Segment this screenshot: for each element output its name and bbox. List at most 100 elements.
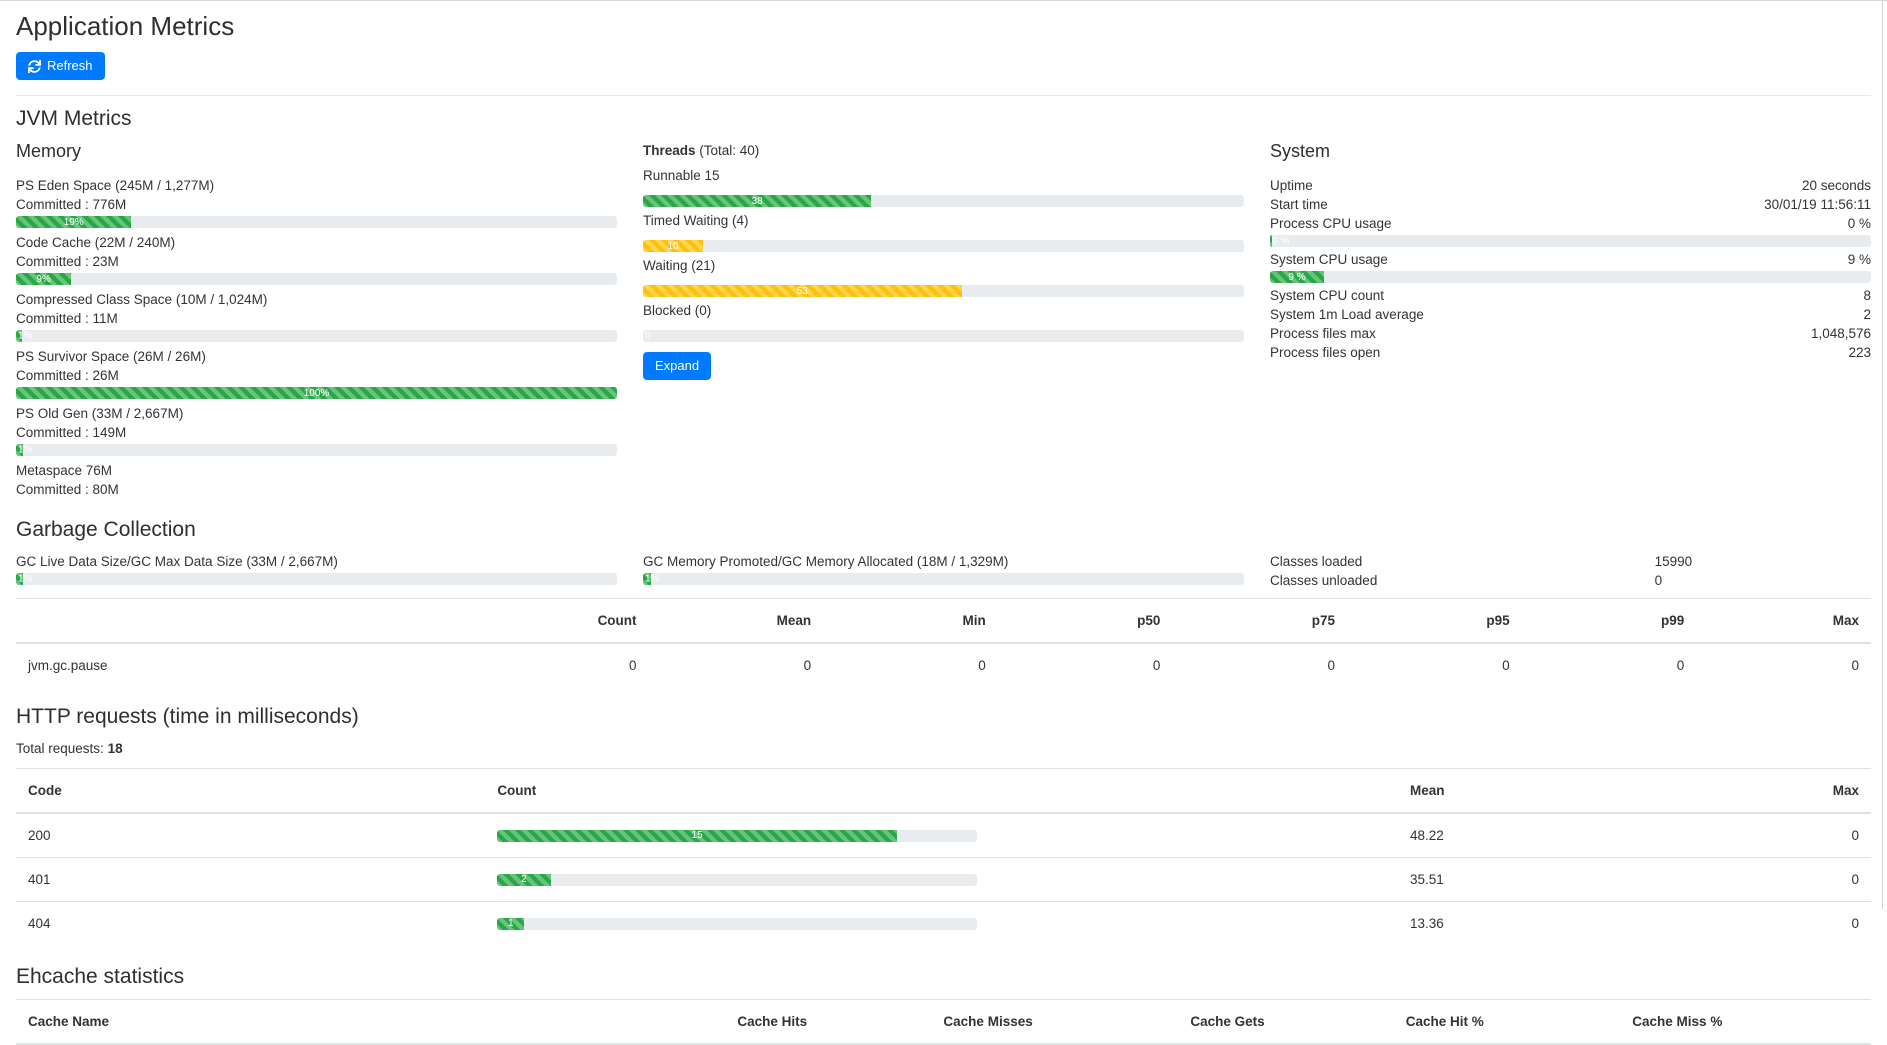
memory-pool-label: Metaspace 76M <box>16 461 617 480</box>
thread-progressbar: 0 <box>643 330 1244 342</box>
system-row-value: 0 % <box>1848 214 1871 233</box>
scrollbar[interactable] <box>1882 1 1883 909</box>
system-row-label: System 1m Load average <box>1270 305 1424 324</box>
gc-col-count: Count <box>517 599 649 644</box>
memory-pool-progressbar: 1% <box>16 330 617 342</box>
thread-state-label: Runnable 15 <box>643 166 1244 185</box>
memory-pool-label: PS Survivor Space (26M / 26M) <box>16 347 617 366</box>
system-row-label: System CPU count <box>1270 286 1384 305</box>
http-max: 0 <box>1667 858 1871 902</box>
memory-pool-label: PS Old Gen (33M / 2,667M) <box>16 404 617 423</box>
gc-meter-label: GC Live Data Size/GC Max Data Size (33M … <box>16 552 617 571</box>
ehcache-col-cache-misses: Cache Misses <box>931 1000 1178 1045</box>
system-row-label: System CPU usage <box>1270 250 1388 269</box>
refresh-icon <box>28 60 41 73</box>
gc-live-data: GC Live Data Size/GC Max Data Size (33M … <box>16 552 617 590</box>
ehcache-col-cache-name: Cache Name <box>16 1000 725 1045</box>
memory-pool-committed: Committed : 11M <box>16 309 617 328</box>
system-row-label: Process files open <box>1270 343 1380 362</box>
gc-progressbar: 1% <box>643 573 1244 585</box>
system-row-system-cpu: System CPU usage 9 % <box>1270 250 1871 269</box>
http-row-401: 401 2 35.51 0 <box>16 858 1871 902</box>
system-row-uptime: Uptime 20 seconds <box>1270 176 1871 195</box>
gc-col-p75: p75 <box>1172 599 1347 644</box>
gc-p75: 0 <box>1172 643 1347 687</box>
progress-label: 1% <box>645 574 659 585</box>
gc-section: Garbage Collection GC Live Data Size/GC … <box>16 518 1871 687</box>
http-col-count: Count <box>485 769 1398 814</box>
gc-max: 0 <box>1696 643 1871 687</box>
progress-label: 100% <box>304 388 330 399</box>
gc-col-p95: p95 <box>1347 599 1522 644</box>
gc-p95: 0 <box>1347 643 1522 687</box>
http-mean: 13.36 <box>1398 902 1667 946</box>
thread-progressbar: 53 <box>643 285 1244 297</box>
total-requests: Total requests: 18 <box>16 739 1871 758</box>
memory-pool-label: Code Cache (22M / 240M) <box>16 233 617 252</box>
classes-loaded-row: Classes loaded 15990 <box>1270 552 1871 571</box>
memory-pool-progressbar: 100% <box>16 387 617 399</box>
progress-label: 2 <box>521 870 527 889</box>
system-row-value: 30/01/19 11:56:11 <box>1764 195 1871 214</box>
http-row-200: 200 15 48.22 0 <box>16 813 1871 858</box>
ehcache-col-cache-hit-pct: Cache Hit % <box>1394 1000 1621 1045</box>
expand-button[interactable]: Expand <box>643 352 711 380</box>
gc-progressbar: 1% <box>16 573 617 585</box>
http-section: HTTP requests (time in milliseconds) Tot… <box>16 705 1871 945</box>
http-mean: 48.22 <box>1398 813 1667 858</box>
progress-label: 19% <box>64 217 84 228</box>
progress-label: 1% <box>18 445 32 456</box>
refresh-button[interactable]: Refresh <box>16 52 105 80</box>
thread-state-runnable: Runnable 15 38 <box>643 166 1244 207</box>
progress-label: 0 <box>645 331 651 342</box>
thread-state-waiting: Waiting (21) 53 <box>643 256 1244 297</box>
threads-title: Threads (Total: 40) <box>643 141 1244 160</box>
system-row-cpu-count: System CPU count 8 <box>1270 286 1871 305</box>
system-row-value: 9 % <box>1848 250 1871 269</box>
http-code: 401 <box>16 858 485 902</box>
system-row-files-max: Process files max 1,048,576 <box>1270 324 1871 343</box>
gc-classes: Classes loaded 15990 Classes unloaded 0 <box>1270 552 1871 590</box>
http-max: 0 <box>1667 813 1871 858</box>
thread-progressbar: 38 <box>643 195 1244 207</box>
ehcache-col-cache-gets: Cache Gets <box>1178 1000 1393 1045</box>
memory-pool-survivor: PS Survivor Space (26M / 26M) Committed … <box>16 347 617 399</box>
http-code: 200 <box>16 813 485 858</box>
memory-pool-progressbar: 19% <box>16 216 617 228</box>
gc-mean: 0 <box>649 643 824 687</box>
gc-col-min: Min <box>823 599 998 644</box>
expand-button-label: Expand <box>655 358 699 374</box>
gc-table: Count Mean Min p50 p75 p95 p99 Max jvm.g… <box>16 598 1871 687</box>
progress-label: 1 <box>508 914 514 933</box>
progress-label: 38 <box>752 196 763 207</box>
gc-memory-promoted: GC Memory Promoted/GC Memory Allocated (… <box>643 552 1244 590</box>
gc-col-p50: p50 <box>998 599 1173 644</box>
progress-label: 15 <box>692 826 703 845</box>
system-row-value: 2 <box>1863 305 1871 324</box>
gc-table-row: jvm.gc.pause 0 0 0 0 0 0 0 0 <box>16 643 1871 687</box>
jvm-metrics-row: Memory PS Eden Space (245M / 1,277M) Com… <box>16 141 1871 504</box>
http-row-404: 404 1 13.36 0 <box>16 902 1871 946</box>
memory-column: Memory PS Eden Space (245M / 1,277M) Com… <box>16 141 617 504</box>
memory-pool-committed: Committed : 776M <box>16 195 617 214</box>
gc-meters-row: GC Live Data Size/GC Max Data Size (33M … <box>16 552 1871 590</box>
classes-loaded-label: Classes loaded <box>1270 552 1655 571</box>
http-count-progressbar: 15 <box>497 830 977 842</box>
http-max: 0 <box>1667 902 1871 946</box>
total-requests-value: 18 <box>108 741 123 756</box>
system-cpu-progressbar: 9 % <box>1270 271 1871 283</box>
system-column: System Uptime 20 seconds Start time 30/0… <box>1270 141 1871 504</box>
progress-label: 9% <box>36 274 50 285</box>
system-heading: System <box>1270 141 1871 162</box>
http-heading: HTTP requests (time in milliseconds) <box>16 705 1871 729</box>
refresh-button-label: Refresh <box>47 58 93 74</box>
memory-pool-compressed-class: Compressed Class Space (10M / 1,024M) Co… <box>16 290 617 342</box>
ehcache-col-cache-miss-pct: Cache Miss % <box>1620 1000 1871 1045</box>
memory-pool-codecache: Code Cache (22M / 240M) Committed : 23M … <box>16 233 617 285</box>
http-count-progressbar: 1 <box>497 918 977 930</box>
system-row-label: Process CPU usage <box>1270 214 1392 233</box>
memory-heading: Memory <box>16 141 617 162</box>
http-col-code: Code <box>16 769 485 814</box>
memory-pool-eden: PS Eden Space (245M / 1,277M) Committed … <box>16 176 617 228</box>
thread-state-label: Timed Waiting (4) <box>643 211 1244 230</box>
